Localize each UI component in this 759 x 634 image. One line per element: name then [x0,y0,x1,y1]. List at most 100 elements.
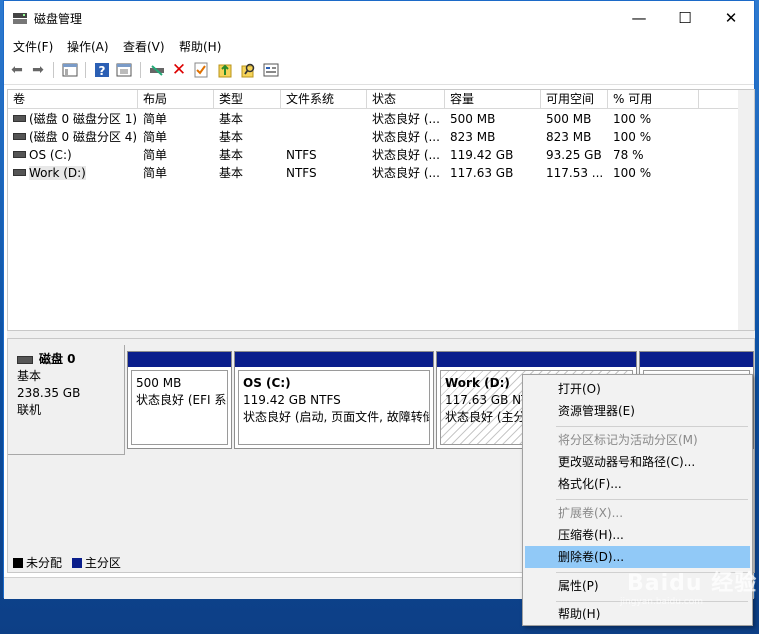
percent-free-cell: 100 % [613,112,652,126]
free-space-cell: 117.53 ... [546,166,604,180]
layout-cell: 简单 [143,148,168,162]
partition-status: 状态良好 (启动, 页面文件, 故障转储, 主分区) [243,410,429,424]
volume-icon [13,115,26,122]
volume-icon [13,133,26,140]
check-icon[interactable] [192,61,210,79]
forward-icon[interactable]: ➡ [29,61,47,79]
toolbar-separator [85,62,86,78]
toolbar-separator [140,62,141,78]
partition-efi[interactable]: 500 MB 状态良好 (EFI 系统分区) [127,351,232,449]
partition-header-bar [437,352,636,367]
menu-view[interactable]: 查看(V) [123,38,165,55]
connect-icon[interactable] [148,61,166,79]
partition-header-bar [235,352,433,367]
volume-cell: (磁盘 0 磁盘分区 4) [8,128,138,146]
disk-management-app-icon [13,13,27,24]
vertical-scrollbar[interactable] [738,90,754,330]
partition-body: 500 MB 状态良好 (EFI 系统分区) [131,370,228,445]
column-header-type[interactable]: 类型 [214,90,281,109]
partition-os-c[interactable]: OS (C:) 119.42 GB NTFS 状态良好 (启动, 页面文件, 故… [234,351,434,449]
free-space-cell: 823 MB [546,130,592,144]
layout-cell: 简单 [143,166,168,180]
disk-icon [17,355,33,364]
capacity-cell: 119.42 GB [450,148,514,162]
watermark-url: jingyan.baidu.com [620,597,704,607]
disk-name: 磁盘 0 [39,352,76,366]
partition-size: 500 MB [136,376,182,390]
menu-format[interactable]: 格式化(F)... [525,473,750,495]
menu-explorer[interactable]: 资源管理器(E) [525,400,750,422]
pane-splitter[interactable] [7,331,755,338]
delete-icon[interactable]: ✕ [170,60,188,80]
minimize-button[interactable]: — [616,1,662,35]
column-header-status[interactable]: 状态 [367,90,445,109]
back-icon[interactable]: ⬅ [8,61,26,79]
percent-free-cell: 100 % [613,166,652,180]
menu-help[interactable]: 帮助(H) [179,38,221,55]
filesystem-cell: NTFS [286,166,317,180]
column-header-free-space[interactable]: 可用空间 [541,90,608,109]
column-header-filesystem[interactable]: 文件系统 [281,90,367,109]
percent-free-cell: 100 % [613,130,652,144]
partition-header-bar [128,352,231,367]
maximize-button[interactable]: ☐ [662,1,708,35]
layout-cell: 简单 [143,112,168,126]
menu-separator [556,426,748,427]
properties-icon[interactable] [115,61,133,79]
volume-list[interactable]: 卷 布局 类型 文件系统 状态 容量 可用空间 % 可用 (磁盘 0 磁盘分区 … [7,89,755,331]
column-header-layout[interactable]: 布局 [138,90,214,109]
menu-change-drive-letter[interactable]: 更改驱动器号和路径(C)... [525,451,750,473]
search-icon[interactable] [239,61,257,79]
filesystem-cell: NTFS [286,148,317,162]
close-button[interactable]: ✕ [708,1,754,35]
filesystem-cell [281,110,367,128]
status-cell: 状态良好 (... [372,112,440,126]
status-cell: 状态良好 (... [372,130,440,144]
volume-cell: Work (D:) [8,164,138,182]
filesystem-cell [281,128,367,146]
legend-swatch-unallocated [13,557,23,568]
type-cell: 基本 [219,148,244,162]
svg-text:?: ? [99,64,106,78]
watermark-logo: Baidu 经验 [627,571,758,596]
disk-0-label[interactable]: 磁盘 0 基本 238.35 GB 联机 [8,345,125,455]
free-space-cell: 93.25 GB [546,148,602,162]
menu-open[interactable]: 打开(O) [525,378,750,400]
status-cell: 状态良好 (... [372,148,440,162]
legend: 未分配 主分区 [13,554,121,570]
column-header-percent-free[interactable]: % 可用 [608,90,699,109]
partition-title: OS (C:) [243,376,291,390]
percent-free-cell: 78 % [613,148,644,162]
partition-body: OS (C:) 119.42 GB NTFS 状态良好 (启动, 页面文件, 故… [238,370,430,445]
menu-bar: 文件(F) 操作(A) 查看(V) 帮助(H) [4,35,754,57]
menu-shrink-volume[interactable]: 压缩卷(H)... [525,524,750,546]
title-bar[interactable]: 磁盘管理 — ☐ ✕ [4,1,754,35]
toolbar-separator [53,62,54,78]
type-cell: 基本 [219,166,244,180]
free-space-cell: 500 MB [546,112,592,126]
status-cell: 状态良好 (... [372,166,440,180]
menu-mark-active[interactable]: 将分区标记为活动分区(M) [525,429,750,451]
up-icon[interactable] [216,61,234,79]
view-icon[interactable] [262,61,280,79]
menu-separator [556,499,748,500]
legend-primary: 主分区 [84,556,121,570]
menu-action[interactable]: 操作(A) [67,38,109,55]
column-header-volume[interactable]: 卷 [8,90,138,109]
type-cell: 基本 [219,112,244,126]
partition-status: 状态良好 (EFI 系统分区) [136,393,227,407]
layout-cell: 简单 [143,130,168,144]
column-header-capacity[interactable]: 容量 [445,90,541,109]
capacity-cell: 117.63 GB [450,166,514,180]
console-icon[interactable] [61,61,79,79]
menu-extend-volume[interactable]: 扩展卷(X)... [525,502,750,524]
disk-name-row: 磁盘 0 [17,351,124,368]
window-title: 磁盘管理 [34,12,83,26]
partition-header-bar [640,352,753,367]
menu-file[interactable]: 文件(F) [13,38,53,55]
capacity-cell: 500 MB [450,112,496,126]
capacity-cell: 823 MB [450,130,496,144]
type-cell: 基本 [219,130,244,144]
toolbar: ⬅ ➡ ? ✕ [4,58,754,85]
help-icon[interactable]: ? [93,61,111,79]
